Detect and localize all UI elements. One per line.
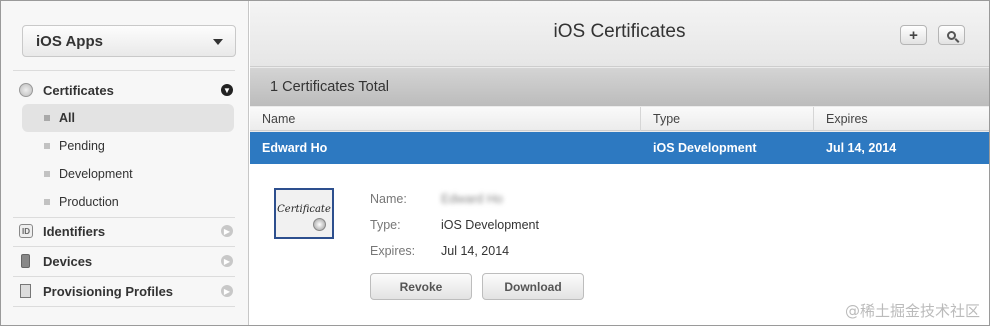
add-button[interactable]: + (900, 25, 927, 45)
sidebar-item-provisioning-profiles[interactable]: Provisioning Profiles ▶ (13, 278, 235, 304)
watermark: @稀土掘金技术社区 (844, 302, 980, 320)
bullet-icon (44, 143, 50, 149)
download-button-label: Download (504, 279, 562, 294)
chevron-down-icon: ▼ (221, 84, 233, 96)
column-header-name[interactable]: Name (250, 107, 641, 131)
sidebar-item-label: Devices (43, 253, 93, 269)
platform-dropdown[interactable]: iOS Apps (22, 25, 236, 57)
sidebar-subitem-label: All (59, 111, 75, 125)
revoke-button[interactable]: Revoke (370, 273, 472, 300)
sidebar-subitem-label: Pending (59, 139, 105, 153)
cell-name: Edward Ho (262, 141, 328, 155)
detail-name-value: Edward Ho (441, 192, 503, 206)
platform-dropdown-label: iOS Apps (36, 32, 103, 50)
table-header: Name Type Expires (250, 107, 989, 131)
bullet-icon (44, 199, 50, 205)
search-icon (947, 30, 956, 40)
title-bar: iOS Certificates + (250, 1, 989, 67)
column-label: Expires (826, 112, 868, 126)
certificate-icon (19, 83, 33, 97)
page-title: iOS Certificates (553, 21, 686, 42)
column-header-type[interactable]: Type (641, 107, 814, 131)
chevron-right-icon: ▶ (221, 285, 233, 297)
search-button[interactable] (938, 25, 965, 45)
sidebar-divider (13, 276, 235, 277)
sidebar-subitem-all[interactable]: All (22, 104, 234, 132)
sidebar-subitem-pending[interactable]: Pending (22, 132, 234, 160)
detail-expires-value: Jul 14, 2014 (441, 244, 510, 258)
plus-icon: + (909, 26, 918, 44)
sidebar-divider (13, 246, 235, 247)
chevron-right-icon: ▶ (221, 225, 233, 237)
seal-icon (313, 218, 326, 231)
download-button[interactable]: Download (482, 273, 584, 300)
certificate-count: 1 Certificates Total (270, 79, 390, 95)
bullet-icon (44, 115, 50, 121)
bullet-icon (44, 171, 50, 177)
detail-type-label: Type: (370, 218, 401, 232)
sidebar-subitem-label: Production (59, 195, 119, 209)
sidebar-divider (13, 306, 235, 307)
chevron-down-icon (213, 39, 223, 45)
sidebar-item-identifiers[interactable]: ID Identifiers ▶ (13, 218, 235, 244)
revoke-button-label: Revoke (399, 279, 443, 294)
sidebar-subitem-development[interactable]: Development (22, 160, 234, 188)
sidebar-item-label: Certificates (43, 82, 114, 98)
cell-expires: Jul 14, 2014 (826, 141, 897, 155)
sidebar-subitem-label: Development (59, 167, 133, 181)
detail-expires-label: Expires: (370, 244, 416, 258)
profile-document-icon (20, 284, 31, 298)
sidebar-item-certificates[interactable]: Certificates ▼ (13, 77, 235, 103)
column-label: Type (653, 112, 681, 126)
id-badge-icon: ID (19, 224, 33, 238)
chevron-right-icon: ▶ (221, 255, 233, 267)
cell-type: iOS Development (653, 141, 757, 155)
sidebar-item-label: Identifiers (43, 223, 106, 239)
sidebar-subitem-production[interactable]: Production (22, 188, 234, 216)
main-panel: iOS Certificates + 1 Certificates Total … (250, 1, 989, 325)
iphone-icon (21, 254, 30, 268)
sidebar-item-label: Provisioning Profiles (43, 283, 174, 299)
table-row[interactable]: Edward Ho iOS Development Jul 14, 2014 (250, 132, 989, 164)
certificate-image: Certificate (274, 188, 334, 239)
certificate-count-bar: 1 Certificates Total (250, 68, 989, 106)
sidebar: iOS Apps Certificates ▼ All Pending Deve… (1, 1, 249, 325)
sidebar-item-devices[interactable]: Devices ▶ (13, 248, 235, 274)
detail-name-label: Name: (370, 192, 407, 206)
certificate-image-text: Certificate (277, 204, 331, 215)
column-header-expires[interactable]: Expires (814, 107, 989, 131)
detail-type-value: iOS Development (441, 218, 539, 232)
column-label: Name (262, 112, 296, 126)
sidebar-divider (13, 70, 235, 71)
